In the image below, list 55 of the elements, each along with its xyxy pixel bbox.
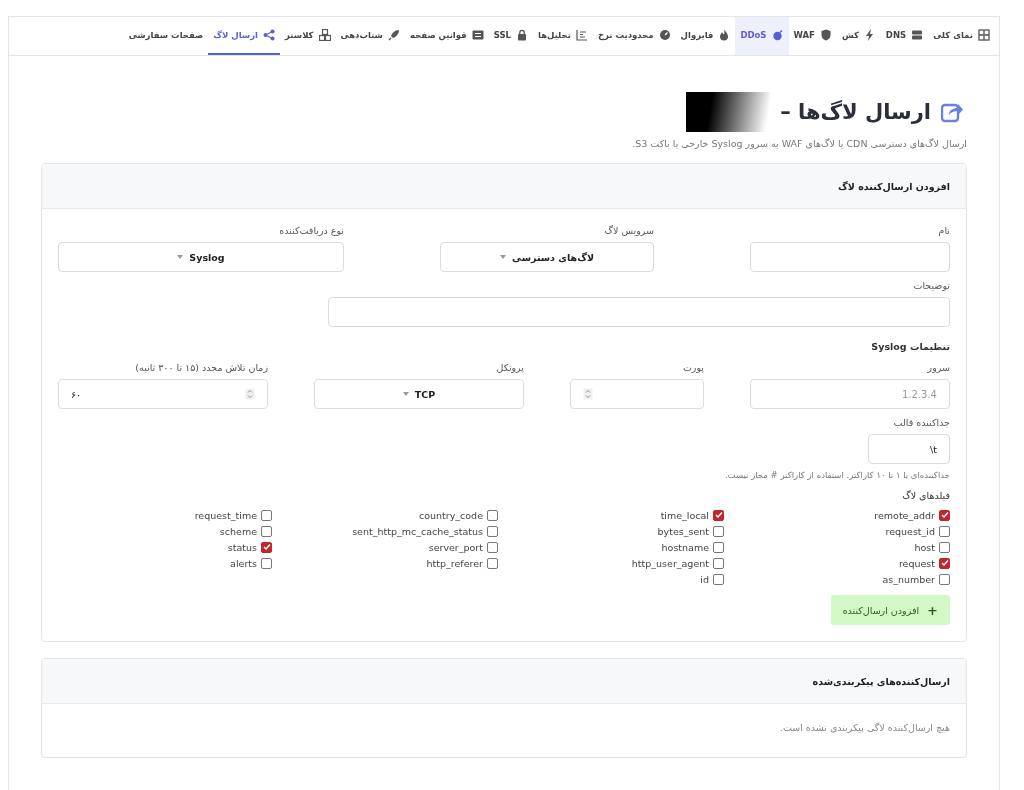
tab[interactable]: ارسال لاگ: [208, 17, 281, 55]
tab[interactable]: تحلیل‌ها: [532, 17, 593, 55]
tab[interactable]: نمای کلی: [928, 17, 995, 55]
checkbox-label: scheme: [219, 525, 257, 537]
tab[interactable]: محدودیت نرخ: [592, 17, 676, 55]
field-label: توضیحات: [912, 280, 950, 291]
empty-message: هیچ ارسال‌کننده لاگی پیکربندی نشده است.: [778, 722, 950, 733]
checkbox-label: http_user_agent: [631, 557, 709, 569]
checkbox-label: server_port: [428, 541, 483, 553]
tab[interactable]: کش: [836, 17, 881, 55]
field-label: پروتکل: [495, 362, 524, 373]
protocol-select[interactable]: TCP: [314, 379, 524, 409]
checkbox-label: status: [227, 541, 257, 553]
checkbox-label: hostname: [661, 541, 709, 553]
checkbox-label: country_code: [419, 509, 483, 521]
tab[interactable]: DNS: [880, 17, 929, 55]
tab[interactable]: قوانین صفحه: [405, 17, 489, 55]
checkbox-label: id: [700, 573, 709, 585]
field-label: زمان تلاش مجدد (۱۵ تا ۳۰۰ ثانیه): [134, 362, 268, 373]
tab[interactable]: SSL: [488, 17, 533, 55]
receiver-select[interactable]: Syslog: [58, 242, 344, 272]
page-title: ارسال لاگ‌ها –: [780, 100, 931, 124]
checkbox-label: bytes_sent: [657, 525, 709, 537]
retry-field[interactable]: ۶۰: [58, 379, 268, 409]
checkbox-label: request_time: [194, 509, 257, 521]
checkbox-label: as_number: [882, 573, 935, 585]
page-subtitle: ارسال لاگ‌های دسترسی CDN یا لاگ‌های WAF به سرور Syslog خارجی یا باکت S3.: [631, 138, 967, 149]
checkbox-label: host: [914, 541, 935, 553]
tab[interactable]: WAF: [788, 17, 837, 55]
field-label: سرویس لاگ: [603, 225, 654, 236]
tab[interactable]: DDoS: [735, 17, 789, 55]
tab[interactable]: صفحات سفارشی: [123, 17, 209, 55]
service-select[interactable]: لاگ‌های دسترسی: [440, 242, 654, 272]
card-title: افزودن ارسال‌کننده لاگ: [838, 180, 950, 192]
add-sender-button[interactable]: + افزودن ارسال‌کننده: [830, 595, 950, 625]
field-label: نام: [937, 225, 950, 236]
card-title: ارسال‌کننده‌های پیکربندی‌شده: [812, 675, 950, 687]
checkbox-label: http_referer: [426, 557, 483, 569]
checkbox-label: request_id: [885, 525, 935, 537]
field-hint: جداکننده‌ای با ۱ تا ۱۰ کاراکتر. استفاده از کاراکتر # مجاز نیست.: [723, 470, 950, 480]
checkbox-label: request: [898, 557, 935, 569]
checkbox-label: alerts: [230, 557, 257, 569]
section-title: تنظیمات Syslog: [870, 341, 950, 352]
delimiter-field[interactable]: \t: [868, 434, 950, 464]
field-label: پورت: [681, 362, 704, 373]
checkbox-label: sent_http_mc_cache_status: [352, 525, 483, 537]
tab[interactable]: شتاب‌دهی: [335, 17, 405, 55]
section-title: فیلدهای لاگ: [901, 490, 950, 501]
field-label: نوع دریافت‌کننده: [278, 225, 344, 236]
checkbox-label: time_local: [660, 509, 709, 521]
tab[interactable]: کلاستر: [280, 17, 336, 55]
field-label: سرور: [926, 362, 950, 373]
field-label: جداکننده قالب: [892, 417, 950, 428]
tab[interactable]: فایروال: [675, 17, 736, 55]
checkbox-label: remote_addr: [874, 509, 935, 521]
